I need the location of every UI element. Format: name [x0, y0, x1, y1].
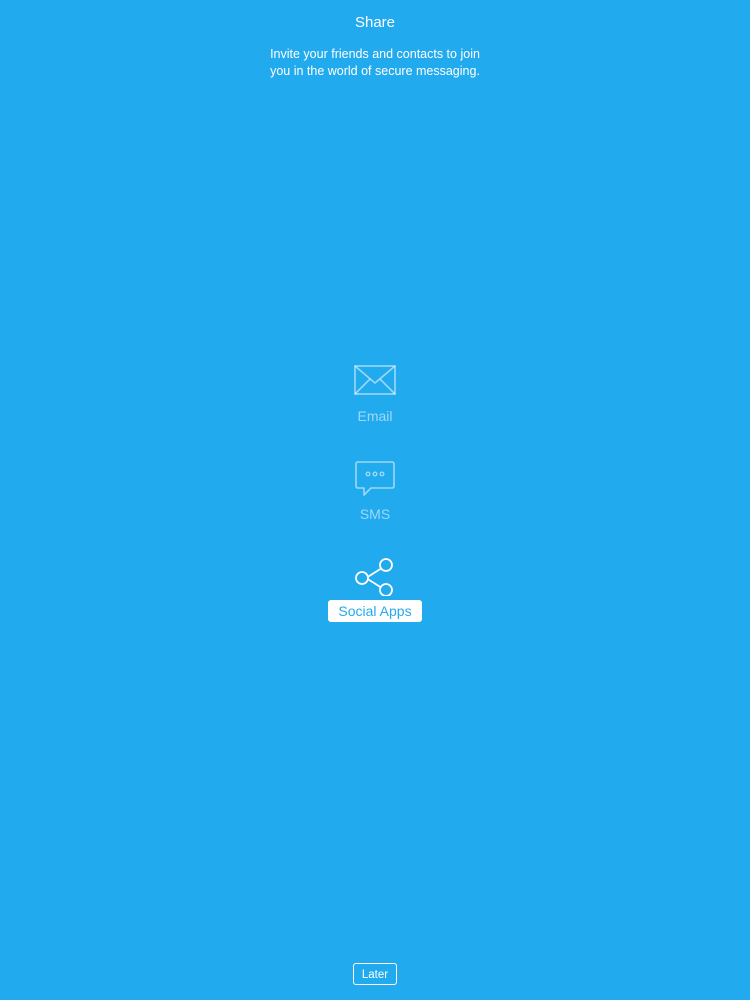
envelope-icon [353, 360, 397, 400]
page-title: Share [354, 14, 396, 31]
later-button[interactable]: Later [353, 963, 397, 985]
share-option-email-label: Email [357, 408, 393, 424]
share-option-sms[interactable]: SMS [275, 458, 475, 524]
subtitle-line-1: Invite your friends and contacts to join [270, 47, 480, 61]
share-option-sms-label: SMS [359, 506, 391, 522]
page-subtitle: Invite your friends and contacts to join… [225, 46, 525, 80]
share-option-social-apps[interactable]: Social Apps [275, 556, 475, 622]
share-screen: Share Invite your friends and contacts t… [0, 0, 750, 1000]
share-option-email[interactable]: Email [275, 360, 475, 426]
share-icon [353, 556, 397, 596]
share-option-social-apps-label: Social Apps [328, 600, 422, 622]
subtitle-line-2: you in the world of secure messaging. [270, 64, 480, 78]
chat-bubble-icon [353, 458, 397, 498]
